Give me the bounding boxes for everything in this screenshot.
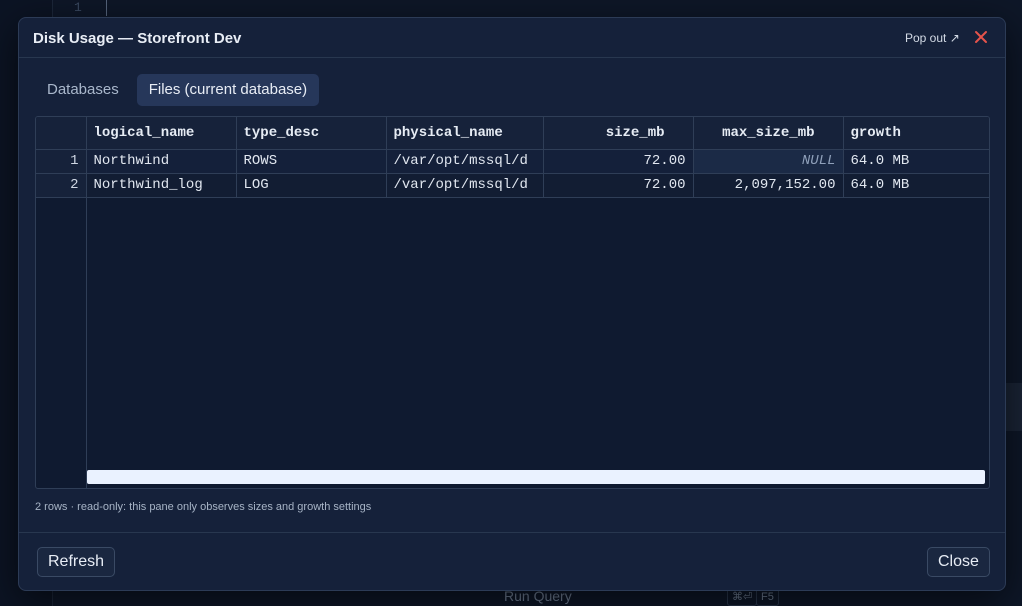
tab-bar: Databases Files (current database): [35, 74, 320, 106]
pop-out-button[interactable]: Pop out ↗: [905, 31, 960, 45]
disk-usage-dialog: Disk Usage — Storefront Dev Pop out ↗ Da…: [18, 17, 1006, 591]
close-button[interactable]: Close: [927, 547, 990, 577]
rownum-column-divider: [86, 198, 87, 488]
results-table: logical_name type_desc physical_name siz…: [36, 117, 989, 198]
cell-logical-name[interactable]: Northwind_log: [86, 173, 237, 198]
horizontal-scrollbar[interactable]: [87, 470, 985, 484]
cell-max-size-mb[interactable]: NULL: [693, 149, 844, 174]
cell-physical-name[interactable]: /var/opt/mssql/d: [386, 173, 544, 198]
cell-growth[interactable]: 64.0 MB: [843, 149, 989, 174]
header-row: logical_name type_desc physical_name siz…: [36, 117, 989, 150]
cell-size-mb[interactable]: 72.00: [543, 149, 694, 174]
footer-divider: [19, 532, 1005, 533]
table-row[interactable]: 2 Northwind_log LOG /var/opt/mssql/d 72.…: [36, 173, 989, 198]
dialog-title: Disk Usage — Storefront Dev: [33, 30, 242, 47]
column-header-type-desc[interactable]: type_desc: [236, 117, 387, 150]
column-header-logical-name[interactable]: logical_name: [86, 117, 237, 150]
cell-logical-name[interactable]: Northwind: [86, 149, 237, 174]
cell-type-desc[interactable]: ROWS: [236, 149, 387, 174]
line-number: 1: [74, 0, 82, 15]
row-number: 1: [36, 149, 87, 174]
results-grid: logical_name type_desc physical_name siz…: [35, 116, 990, 489]
cell-size-mb[interactable]: 72.00: [543, 173, 694, 198]
tab-files-current-database[interactable]: Files (current database): [136, 74, 320, 106]
table-row[interactable]: 1 Northwind ROWS /var/opt/mssql/d 72.00 …: [36, 149, 989, 174]
background-panel: [1004, 383, 1022, 431]
column-header-growth[interactable]: growth: [843, 117, 989, 150]
tab-databases[interactable]: Databases: [35, 74, 131, 106]
cell-max-size-mb[interactable]: 2,097,152.00: [693, 173, 844, 198]
row-number: 2: [36, 173, 87, 198]
close-x-icon[interactable]: [972, 28, 990, 46]
status-text: 2 rows · read-only: this pane only obser…: [35, 501, 372, 513]
column-header-size-mb[interactable]: size_mb: [543, 117, 694, 150]
text-caret: [106, 0, 107, 16]
column-header-rownum: [36, 117, 87, 150]
dialog-header: Disk Usage — Storefront Dev Pop out ↗: [19, 18, 1005, 58]
column-header-physical-name[interactable]: physical_name: [386, 117, 544, 150]
refresh-button[interactable]: Refresh: [37, 547, 116, 577]
cell-type-desc[interactable]: LOG: [236, 173, 387, 198]
cell-physical-name[interactable]: /var/opt/mssql/d: [386, 149, 544, 174]
cell-growth[interactable]: 64.0 MB: [843, 173, 989, 198]
column-header-max-size-mb[interactable]: max_size_mb: [693, 117, 844, 150]
